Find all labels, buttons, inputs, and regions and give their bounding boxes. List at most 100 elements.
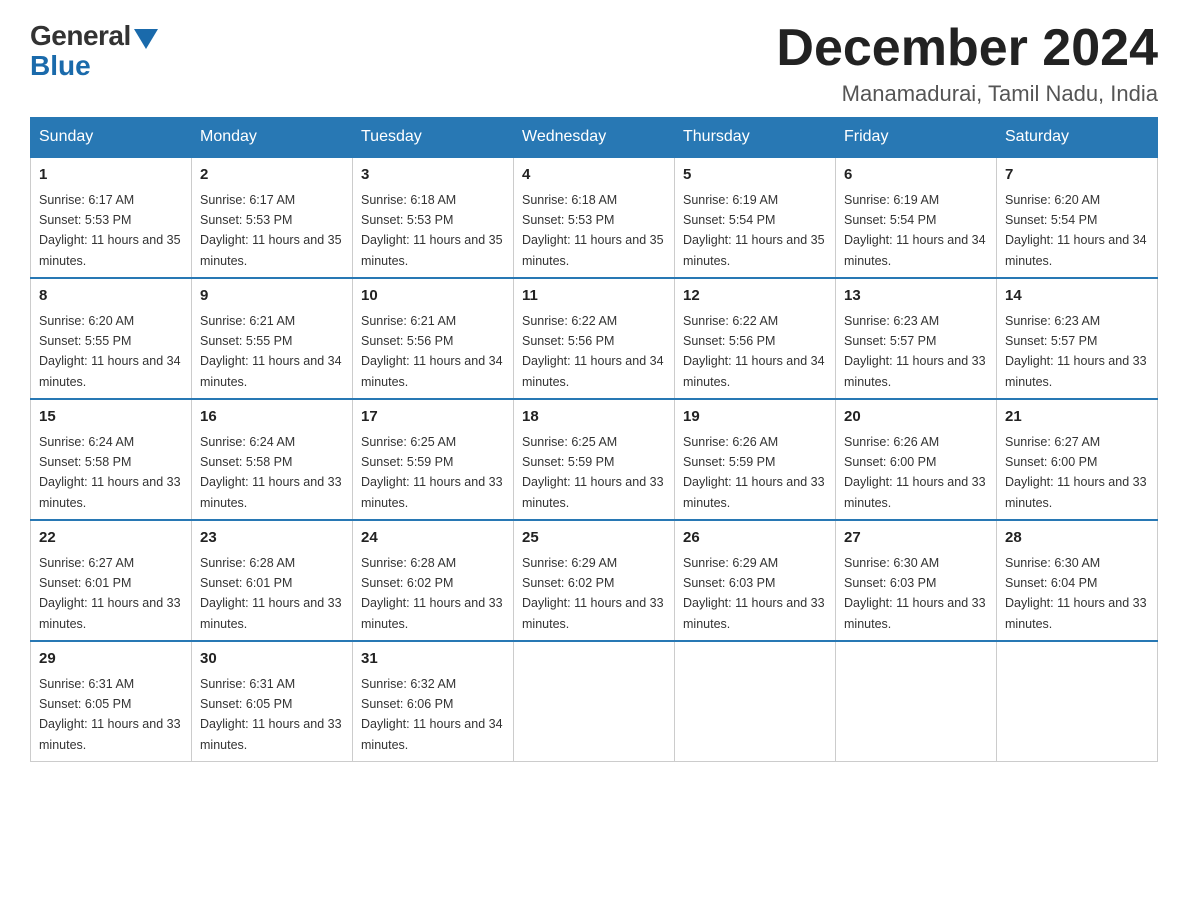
day-info: Sunrise: 6:21 AMSunset: 5:55 PMDaylight:… <box>200 314 342 389</box>
calendar-cell: 28 Sunrise: 6:30 AMSunset: 6:04 PMDaylig… <box>997 520 1158 641</box>
week-row-2: 8 Sunrise: 6:20 AMSunset: 5:55 PMDayligh… <box>31 278 1158 399</box>
logo-triangle-icon <box>134 29 158 49</box>
calendar-cell: 27 Sunrise: 6:30 AMSunset: 6:03 PMDaylig… <box>836 520 997 641</box>
calendar-header-tuesday: Tuesday <box>353 118 514 158</box>
day-info: Sunrise: 6:30 AMSunset: 6:04 PMDaylight:… <box>1005 556 1147 631</box>
calendar-table: SundayMondayTuesdayWednesdayThursdayFrid… <box>30 117 1158 762</box>
day-info: Sunrise: 6:29 AMSunset: 6:03 PMDaylight:… <box>683 556 825 631</box>
day-number: 13 <box>844 285 988 308</box>
day-info: Sunrise: 6:24 AMSunset: 5:58 PMDaylight:… <box>200 435 342 510</box>
calendar-cell: 25 Sunrise: 6:29 AMSunset: 6:02 PMDaylig… <box>514 520 675 641</box>
day-number: 3 <box>361 164 505 187</box>
day-number: 22 <box>39 527 183 550</box>
day-number: 26 <box>683 527 827 550</box>
calendar-cell: 9 Sunrise: 6:21 AMSunset: 5:55 PMDayligh… <box>192 278 353 399</box>
calendar-cell: 4 Sunrise: 6:18 AMSunset: 5:53 PMDayligh… <box>514 157 675 278</box>
calendar-cell: 22 Sunrise: 6:27 AMSunset: 6:01 PMDaylig… <box>31 520 192 641</box>
day-info: Sunrise: 6:26 AMSunset: 5:59 PMDaylight:… <box>683 435 825 510</box>
day-info: Sunrise: 6:28 AMSunset: 6:02 PMDaylight:… <box>361 556 503 631</box>
title-section: December 2024 Manamadurai, Tamil Nadu, I… <box>776 20 1158 107</box>
day-number: 18 <box>522 406 666 429</box>
calendar-cell: 3 Sunrise: 6:18 AMSunset: 5:53 PMDayligh… <box>353 157 514 278</box>
calendar-cell: 16 Sunrise: 6:24 AMSunset: 5:58 PMDaylig… <box>192 399 353 520</box>
calendar-header-thursday: Thursday <box>675 118 836 158</box>
calendar-cell: 12 Sunrise: 6:22 AMSunset: 5:56 PMDaylig… <box>675 278 836 399</box>
day-number: 15 <box>39 406 183 429</box>
day-info: Sunrise: 6:22 AMSunset: 5:56 PMDaylight:… <box>683 314 825 389</box>
calendar-cell: 14 Sunrise: 6:23 AMSunset: 5:57 PMDaylig… <box>997 278 1158 399</box>
day-number: 24 <box>361 527 505 550</box>
day-info: Sunrise: 6:20 AMSunset: 5:55 PMDaylight:… <box>39 314 181 389</box>
day-info: Sunrise: 6:21 AMSunset: 5:56 PMDaylight:… <box>361 314 503 389</box>
day-number: 1 <box>39 164 183 187</box>
day-number: 19 <box>683 406 827 429</box>
day-number: 5 <box>683 164 827 187</box>
calendar-cell <box>675 641 836 762</box>
day-info: Sunrise: 6:20 AMSunset: 5:54 PMDaylight:… <box>1005 193 1147 268</box>
day-number: 9 <box>200 285 344 308</box>
day-number: 21 <box>1005 406 1149 429</box>
calendar-header-sunday: Sunday <box>31 118 192 158</box>
day-info: Sunrise: 6:17 AMSunset: 5:53 PMDaylight:… <box>200 193 342 268</box>
day-info: Sunrise: 6:32 AMSunset: 6:06 PMDaylight:… <box>361 677 503 752</box>
calendar-cell: 8 Sunrise: 6:20 AMSunset: 5:55 PMDayligh… <box>31 278 192 399</box>
logo: General Blue <box>30 20 158 82</box>
calendar-cell: 30 Sunrise: 6:31 AMSunset: 6:05 PMDaylig… <box>192 641 353 762</box>
day-number: 23 <box>200 527 344 550</box>
calendar-cell: 31 Sunrise: 6:32 AMSunset: 6:06 PMDaylig… <box>353 641 514 762</box>
week-row-4: 22 Sunrise: 6:27 AMSunset: 6:01 PMDaylig… <box>31 520 1158 641</box>
day-info: Sunrise: 6:30 AMSunset: 6:03 PMDaylight:… <box>844 556 986 631</box>
calendar-header-friday: Friday <box>836 118 997 158</box>
day-number: 12 <box>683 285 827 308</box>
day-number: 7 <box>1005 164 1149 187</box>
day-number: 11 <box>522 285 666 308</box>
calendar-header-row: SundayMondayTuesdayWednesdayThursdayFrid… <box>31 118 1158 158</box>
day-number: 10 <box>361 285 505 308</box>
calendar-header-saturday: Saturday <box>997 118 1158 158</box>
calendar-cell: 21 Sunrise: 6:27 AMSunset: 6:00 PMDaylig… <box>997 399 1158 520</box>
day-number: 17 <box>361 406 505 429</box>
calendar-cell: 2 Sunrise: 6:17 AMSunset: 5:53 PMDayligh… <box>192 157 353 278</box>
day-number: 25 <box>522 527 666 550</box>
week-row-1: 1 Sunrise: 6:17 AMSunset: 5:53 PMDayligh… <box>31 157 1158 278</box>
calendar-cell: 20 Sunrise: 6:26 AMSunset: 6:00 PMDaylig… <box>836 399 997 520</box>
day-info: Sunrise: 6:25 AMSunset: 5:59 PMDaylight:… <box>361 435 503 510</box>
calendar-cell: 24 Sunrise: 6:28 AMSunset: 6:02 PMDaylig… <box>353 520 514 641</box>
calendar-header-monday: Monday <box>192 118 353 158</box>
day-info: Sunrise: 6:19 AMSunset: 5:54 PMDaylight:… <box>844 193 986 268</box>
day-number: 14 <box>1005 285 1149 308</box>
calendar-cell: 17 Sunrise: 6:25 AMSunset: 5:59 PMDaylig… <box>353 399 514 520</box>
calendar-cell: 7 Sunrise: 6:20 AMSunset: 5:54 PMDayligh… <box>997 157 1158 278</box>
calendar-cell: 1 Sunrise: 6:17 AMSunset: 5:53 PMDayligh… <box>31 157 192 278</box>
day-info: Sunrise: 6:31 AMSunset: 6:05 PMDaylight:… <box>39 677 181 752</box>
day-number: 29 <box>39 648 183 671</box>
day-number: 20 <box>844 406 988 429</box>
logo-blue-text: Blue <box>30 50 91 82</box>
calendar-cell <box>836 641 997 762</box>
day-number: 6 <box>844 164 988 187</box>
day-number: 27 <box>844 527 988 550</box>
calendar-cell <box>514 641 675 762</box>
calendar-cell: 26 Sunrise: 6:29 AMSunset: 6:03 PMDaylig… <box>675 520 836 641</box>
day-number: 4 <box>522 164 666 187</box>
calendar-cell: 11 Sunrise: 6:22 AMSunset: 5:56 PMDaylig… <box>514 278 675 399</box>
day-number: 28 <box>1005 527 1149 550</box>
location-title: Manamadurai, Tamil Nadu, India <box>776 81 1158 107</box>
calendar-cell: 13 Sunrise: 6:23 AMSunset: 5:57 PMDaylig… <box>836 278 997 399</box>
day-info: Sunrise: 6:17 AMSunset: 5:53 PMDaylight:… <box>39 193 181 268</box>
calendar-cell: 5 Sunrise: 6:19 AMSunset: 5:54 PMDayligh… <box>675 157 836 278</box>
day-info: Sunrise: 6:25 AMSunset: 5:59 PMDaylight:… <box>522 435 664 510</box>
calendar-cell: 29 Sunrise: 6:31 AMSunset: 6:05 PMDaylig… <box>31 641 192 762</box>
calendar-cell: 19 Sunrise: 6:26 AMSunset: 5:59 PMDaylig… <box>675 399 836 520</box>
day-number: 31 <box>361 648 505 671</box>
day-number: 30 <box>200 648 344 671</box>
day-info: Sunrise: 6:18 AMSunset: 5:53 PMDaylight:… <box>361 193 503 268</box>
calendar-header-wednesday: Wednesday <box>514 118 675 158</box>
day-number: 2 <box>200 164 344 187</box>
day-number: 8 <box>39 285 183 308</box>
page-header: General Blue December 2024 Manamadurai, … <box>30 20 1158 107</box>
calendar-cell: 23 Sunrise: 6:28 AMSunset: 6:01 PMDaylig… <box>192 520 353 641</box>
day-info: Sunrise: 6:24 AMSunset: 5:58 PMDaylight:… <box>39 435 181 510</box>
day-info: Sunrise: 6:23 AMSunset: 5:57 PMDaylight:… <box>1005 314 1147 389</box>
day-info: Sunrise: 6:28 AMSunset: 6:01 PMDaylight:… <box>200 556 342 631</box>
